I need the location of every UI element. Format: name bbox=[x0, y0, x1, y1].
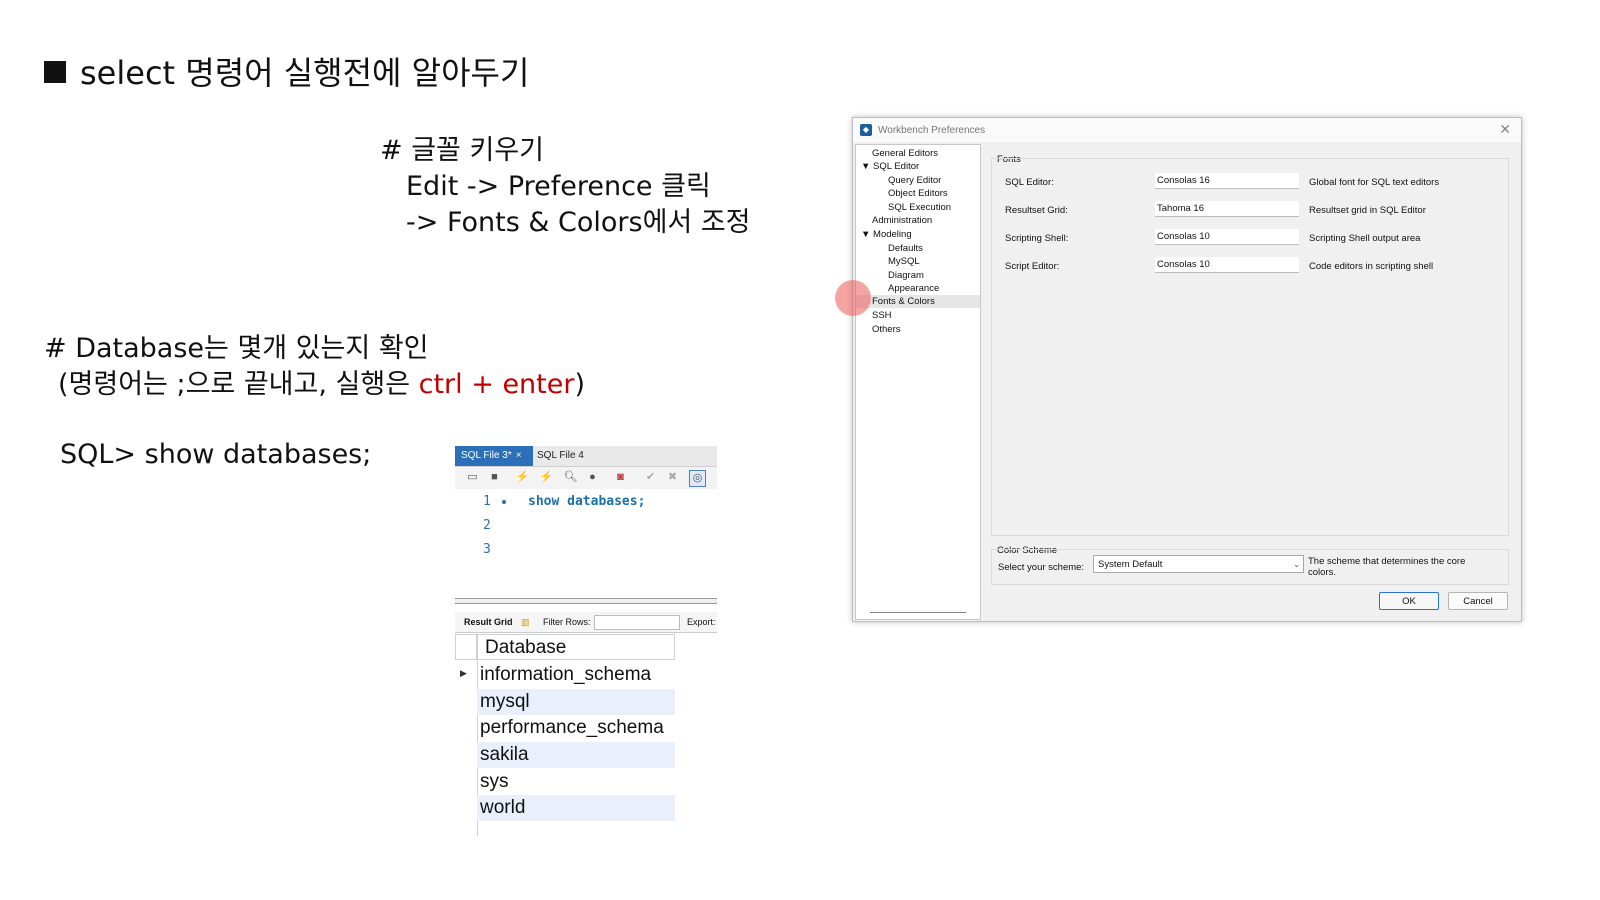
line-number: 2 bbox=[483, 518, 491, 533]
execute-current-icon[interactable]: ⚡ bbox=[539, 470, 554, 485]
ok-button[interactable]: OK bbox=[1379, 592, 1439, 610]
database-note-line1: # Database는 몇개 있는지 확인 bbox=[44, 333, 429, 364]
script-editor-font-desc: Code editors in scripting shell bbox=[1309, 261, 1434, 272]
grid-view-icon[interactable]: ▥ bbox=[521, 617, 530, 628]
expand-arrow-icon[interactable]: ▼ bbox=[861, 229, 873, 240]
preferences-tree: General Editors ▼ SQL Editor Query Edito… bbox=[855, 144, 981, 620]
open-folder-icon[interactable]: ▭ bbox=[465, 470, 480, 485]
commit-icon[interactable]: ✔ bbox=[643, 470, 658, 485]
workbench-logo-icon: ◆ bbox=[860, 124, 872, 136]
shortcut-highlight: ctrl + enter bbox=[418, 369, 575, 400]
filter-rows-label: Filter Rows: bbox=[543, 617, 591, 627]
sql-code-line[interactable]: show databases; bbox=[528, 494, 645, 509]
script-editor-font-field[interactable]: Consolas 10 bbox=[1155, 257, 1299, 273]
sql-editor-font-label: SQL Editor: bbox=[1005, 177, 1054, 188]
scheme-description: The scheme that determines the core colo… bbox=[1308, 556, 1466, 578]
scheme-select[interactable]: System Default ⌄ bbox=[1093, 555, 1304, 573]
error-toggle-icon[interactable]: ◙ bbox=[613, 470, 628, 485]
table-row[interactable]: world bbox=[477, 795, 675, 821]
table-row[interactable]: sys bbox=[477, 769, 675, 795]
save-icon[interactable]: ■ bbox=[487, 470, 502, 485]
tree-item-others[interactable]: Others bbox=[872, 324, 901, 335]
database-note-line2: (명령어는 ;으로 끝내고, 실행은 ctrl + enter) bbox=[58, 369, 586, 400]
grid-corner bbox=[455, 634, 477, 660]
preferences-dialog: ◆ Workbench Preferences ✕ General Editor… bbox=[852, 117, 1522, 622]
result-grid-label[interactable]: Result Grid bbox=[464, 617, 513, 627]
font-note-line: # 글꼴 키우기 bbox=[380, 135, 544, 166]
tree-item-modeling[interactable]: ▼ Modeling bbox=[861, 229, 912, 240]
tree-item-object-editors[interactable]: Object Editors bbox=[888, 188, 948, 199]
expand-arrow-icon[interactable]: ▼ bbox=[861, 161, 873, 172]
sql-editor-font-field[interactable]: Consolas 16 bbox=[1155, 173, 1299, 189]
result-grid: Database ▶ information_schema mysql perf… bbox=[455, 634, 677, 836]
dialog-title: Workbench Preferences bbox=[878, 125, 986, 136]
export-label[interactable]: Export: bbox=[687, 617, 716, 627]
resultset-grid-font-label: Resultset Grid: bbox=[1005, 205, 1068, 216]
database-note: # Database는 몇개 있는지 확인 (명령어는 ;으로 끝내고, 실행은… bbox=[44, 331, 585, 403]
autocommit-icon[interactable]: ◎ bbox=[689, 470, 706, 487]
current-row-arrow-icon: ▶ bbox=[460, 668, 467, 678]
script-editor-font-label: Script Editor: bbox=[1005, 261, 1060, 272]
sql-editor-font-desc: Global font for SQL text editors bbox=[1309, 177, 1440, 188]
resultset-grid-font-desc: Resultset grid in SQL Editor bbox=[1309, 205, 1426, 216]
table-row[interactable]: mysql bbox=[477, 689, 675, 715]
sql-editor-screenshot: SQL File 3* × SQL File 4 ▭ ■ ⚡ ⚡ 🔍︎ ● ◙ ✔… bbox=[455, 446, 717, 836]
close-tab-icon[interactable]: × bbox=[516, 450, 522, 461]
explain-icon[interactable]: 🔍︎ bbox=[563, 470, 578, 485]
font-note-line: Edit -> Preference 클릭 bbox=[406, 171, 711, 202]
tree-item-query-editor[interactable]: Query Editor bbox=[888, 175, 941, 186]
scripting-shell-font-field[interactable]: Consolas 10 bbox=[1155, 229, 1299, 245]
line-number: 1 bbox=[483, 494, 491, 509]
tree-item-sql-execution[interactable]: SQL Execution bbox=[888, 202, 951, 213]
editor-tab-bar: SQL File 3* × SQL File 4 bbox=[455, 446, 717, 467]
execute-icon[interactable]: ⚡ bbox=[515, 470, 530, 485]
dialog-title-bar: ◆ Workbench Preferences ✕ bbox=[853, 118, 1521, 142]
table-row[interactable]: performance_schema bbox=[477, 715, 675, 741]
tree-item-mysql[interactable]: MySQL bbox=[888, 256, 920, 267]
resultset-grid-font-field[interactable]: Tahoma 16 bbox=[1155, 201, 1299, 217]
editor-toolbar: ▭ ■ ⚡ ⚡ 🔍︎ ● ◙ ✔ ✖ ◎ bbox=[455, 467, 717, 489]
statement-marker-icon bbox=[502, 500, 506, 504]
tree-item-sql-editor[interactable]: ▼ SQL Editor bbox=[861, 161, 919, 172]
tree-item-ssh[interactable]: SSH bbox=[872, 310, 892, 321]
row-selector-column bbox=[455, 660, 478, 836]
tree-item-general-editors[interactable]: General Editors bbox=[872, 148, 938, 159]
tree-item-fonts-colors[interactable]: Fonts & Colors bbox=[856, 295, 980, 308]
tree-item-appearance[interactable]: Appearance bbox=[888, 283, 939, 294]
grid-header-database[interactable]: Database bbox=[477, 634, 675, 660]
line-number: 3 bbox=[483, 542, 491, 557]
font-note-line: -> Fonts & Colors에서 조정 bbox=[406, 207, 751, 238]
scripting-shell-font-label: Scripting Shell: bbox=[1005, 233, 1069, 244]
tree-item-administration[interactable]: Administration bbox=[872, 215, 932, 226]
font-note: # 글꼴 키우기 Edit -> Preference 클릭 -> Fonts … bbox=[380, 133, 751, 241]
tree-item-defaults[interactable]: Defaults bbox=[888, 243, 923, 254]
tab-sql-file-3[interactable]: SQL File 3* × bbox=[455, 446, 533, 466]
close-icon[interactable]: ✕ bbox=[1499, 121, 1511, 138]
tree-item-diagram[interactable]: Diagram bbox=[888, 270, 924, 281]
tab-sql-file-4[interactable]: SQL File 4 bbox=[531, 446, 590, 466]
filter-rows-input[interactable] bbox=[594, 615, 680, 630]
scheme-select-label: Select your scheme: bbox=[998, 562, 1085, 573]
slide-title: select 명령어 실행전에 알아두기 bbox=[44, 48, 529, 94]
table-row[interactable]: information_schema bbox=[477, 662, 675, 688]
tree-scrollbar[interactable] bbox=[870, 612, 966, 613]
table-row[interactable]: sakila bbox=[477, 742, 675, 768]
sql-command-text: SQL> show databases; bbox=[60, 439, 372, 470]
square-bullet-icon bbox=[44, 61, 66, 83]
result-grid-bar: Result Grid ▥ Filter Rows: Export: bbox=[455, 612, 717, 633]
pane-splitter[interactable] bbox=[455, 598, 717, 604]
stop-icon[interactable]: ● bbox=[585, 470, 600, 485]
scripting-shell-font-desc: Scripting Shell output area bbox=[1309, 233, 1421, 244]
cancel-button[interactable]: Cancel bbox=[1448, 592, 1508, 610]
chevron-down-icon[interactable]: ⌄ bbox=[1293, 556, 1300, 574]
click-highlight-marker bbox=[835, 280, 871, 316]
rollback-icon[interactable]: ✖ bbox=[665, 470, 680, 485]
